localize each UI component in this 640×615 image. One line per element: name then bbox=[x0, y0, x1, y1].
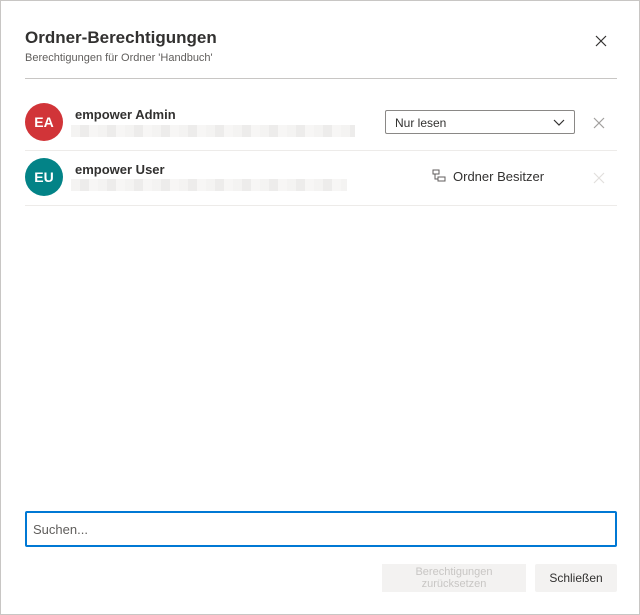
dialog-subtitle: Berechtigungen für Ordner 'Handbuch' bbox=[25, 52, 213, 64]
search-input[interactable] bbox=[25, 511, 617, 547]
close-button[interactable]: Schließen bbox=[535, 564, 617, 592]
remove-user-icon-disabled bbox=[591, 170, 607, 186]
user-name: empower Admin bbox=[75, 107, 176, 122]
redacted-email bbox=[71, 125, 355, 137]
avatar: EU bbox=[25, 158, 63, 196]
avatar-initials: EA bbox=[34, 114, 54, 130]
role-label: Ordner Besitzer bbox=[453, 169, 545, 184]
reset-permissions-button[interactable]: Berechtigungen zurücksetzen bbox=[382, 564, 526, 592]
header-divider bbox=[25, 78, 617, 79]
permission-dropdown[interactable]: Nur lesen bbox=[385, 110, 575, 134]
owner-icon bbox=[432, 169, 446, 182]
permissions-dialog: Ordner-Berechtigungen Berechtigungen für… bbox=[0, 0, 640, 615]
dialog-title: Ordner-Berechtigungen bbox=[25, 28, 217, 47]
close-icon[interactable] bbox=[591, 31, 611, 51]
redacted-email bbox=[71, 179, 347, 191]
remove-user-icon[interactable] bbox=[591, 115, 607, 131]
user-row-user: EU empower User Ordner Besitzer bbox=[25, 151, 617, 206]
permission-value: Nur lesen bbox=[395, 116, 447, 130]
user-name: empower User bbox=[75, 162, 165, 177]
chevron-down-icon bbox=[553, 119, 565, 126]
avatar: EA bbox=[25, 103, 63, 141]
avatar-initials: EU bbox=[34, 169, 54, 185]
user-row-admin: EA empower Admin Nur lesen bbox=[25, 96, 617, 151]
